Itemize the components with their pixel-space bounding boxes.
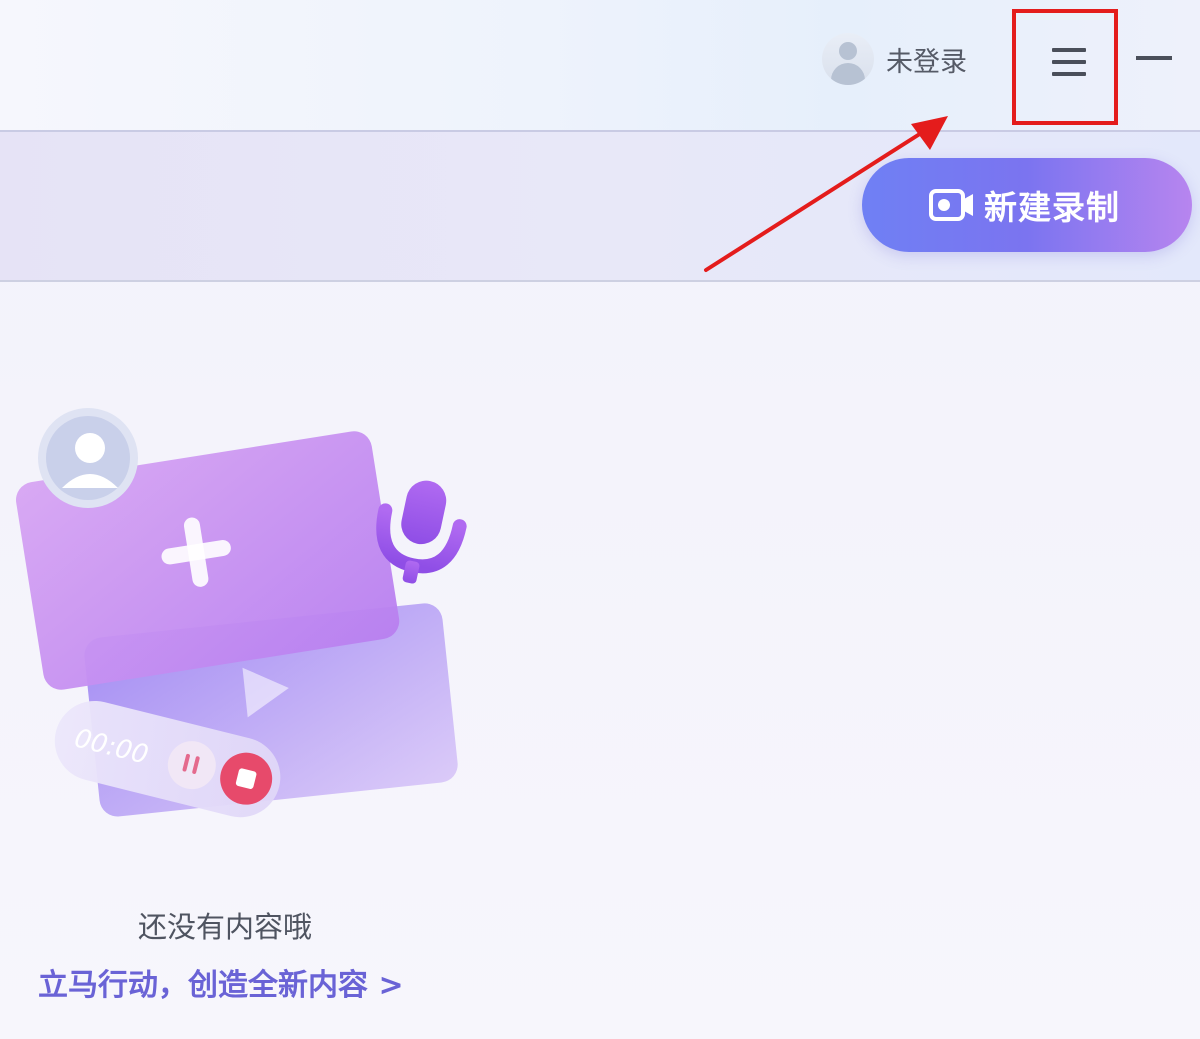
login-status-label[interactable]: 未登录 bbox=[886, 40, 967, 79]
new-record-label: 新建录制 bbox=[984, 188, 1120, 227]
menu-button[interactable] bbox=[1012, 9, 1118, 125]
new-record-button[interactable]: 新建录制 bbox=[862, 158, 1192, 252]
toolbar-divider bbox=[0, 280, 1200, 282]
minimize-icon[interactable] bbox=[1136, 56, 1172, 60]
empty-state-illustration: 00:00 bbox=[15, 408, 467, 818]
menu-icon[interactable] bbox=[1052, 48, 1086, 84]
empty-state-message: 还没有内容哦 bbox=[138, 910, 313, 944]
user-login-area[interactable]: 未登录 bbox=[822, 32, 967, 86]
create-content-link[interactable]: 立马行动，创造全新内容 > bbox=[38, 960, 404, 1004]
avatar-icon[interactable] bbox=[822, 33, 874, 85]
video-record-icon bbox=[929, 189, 973, 221]
